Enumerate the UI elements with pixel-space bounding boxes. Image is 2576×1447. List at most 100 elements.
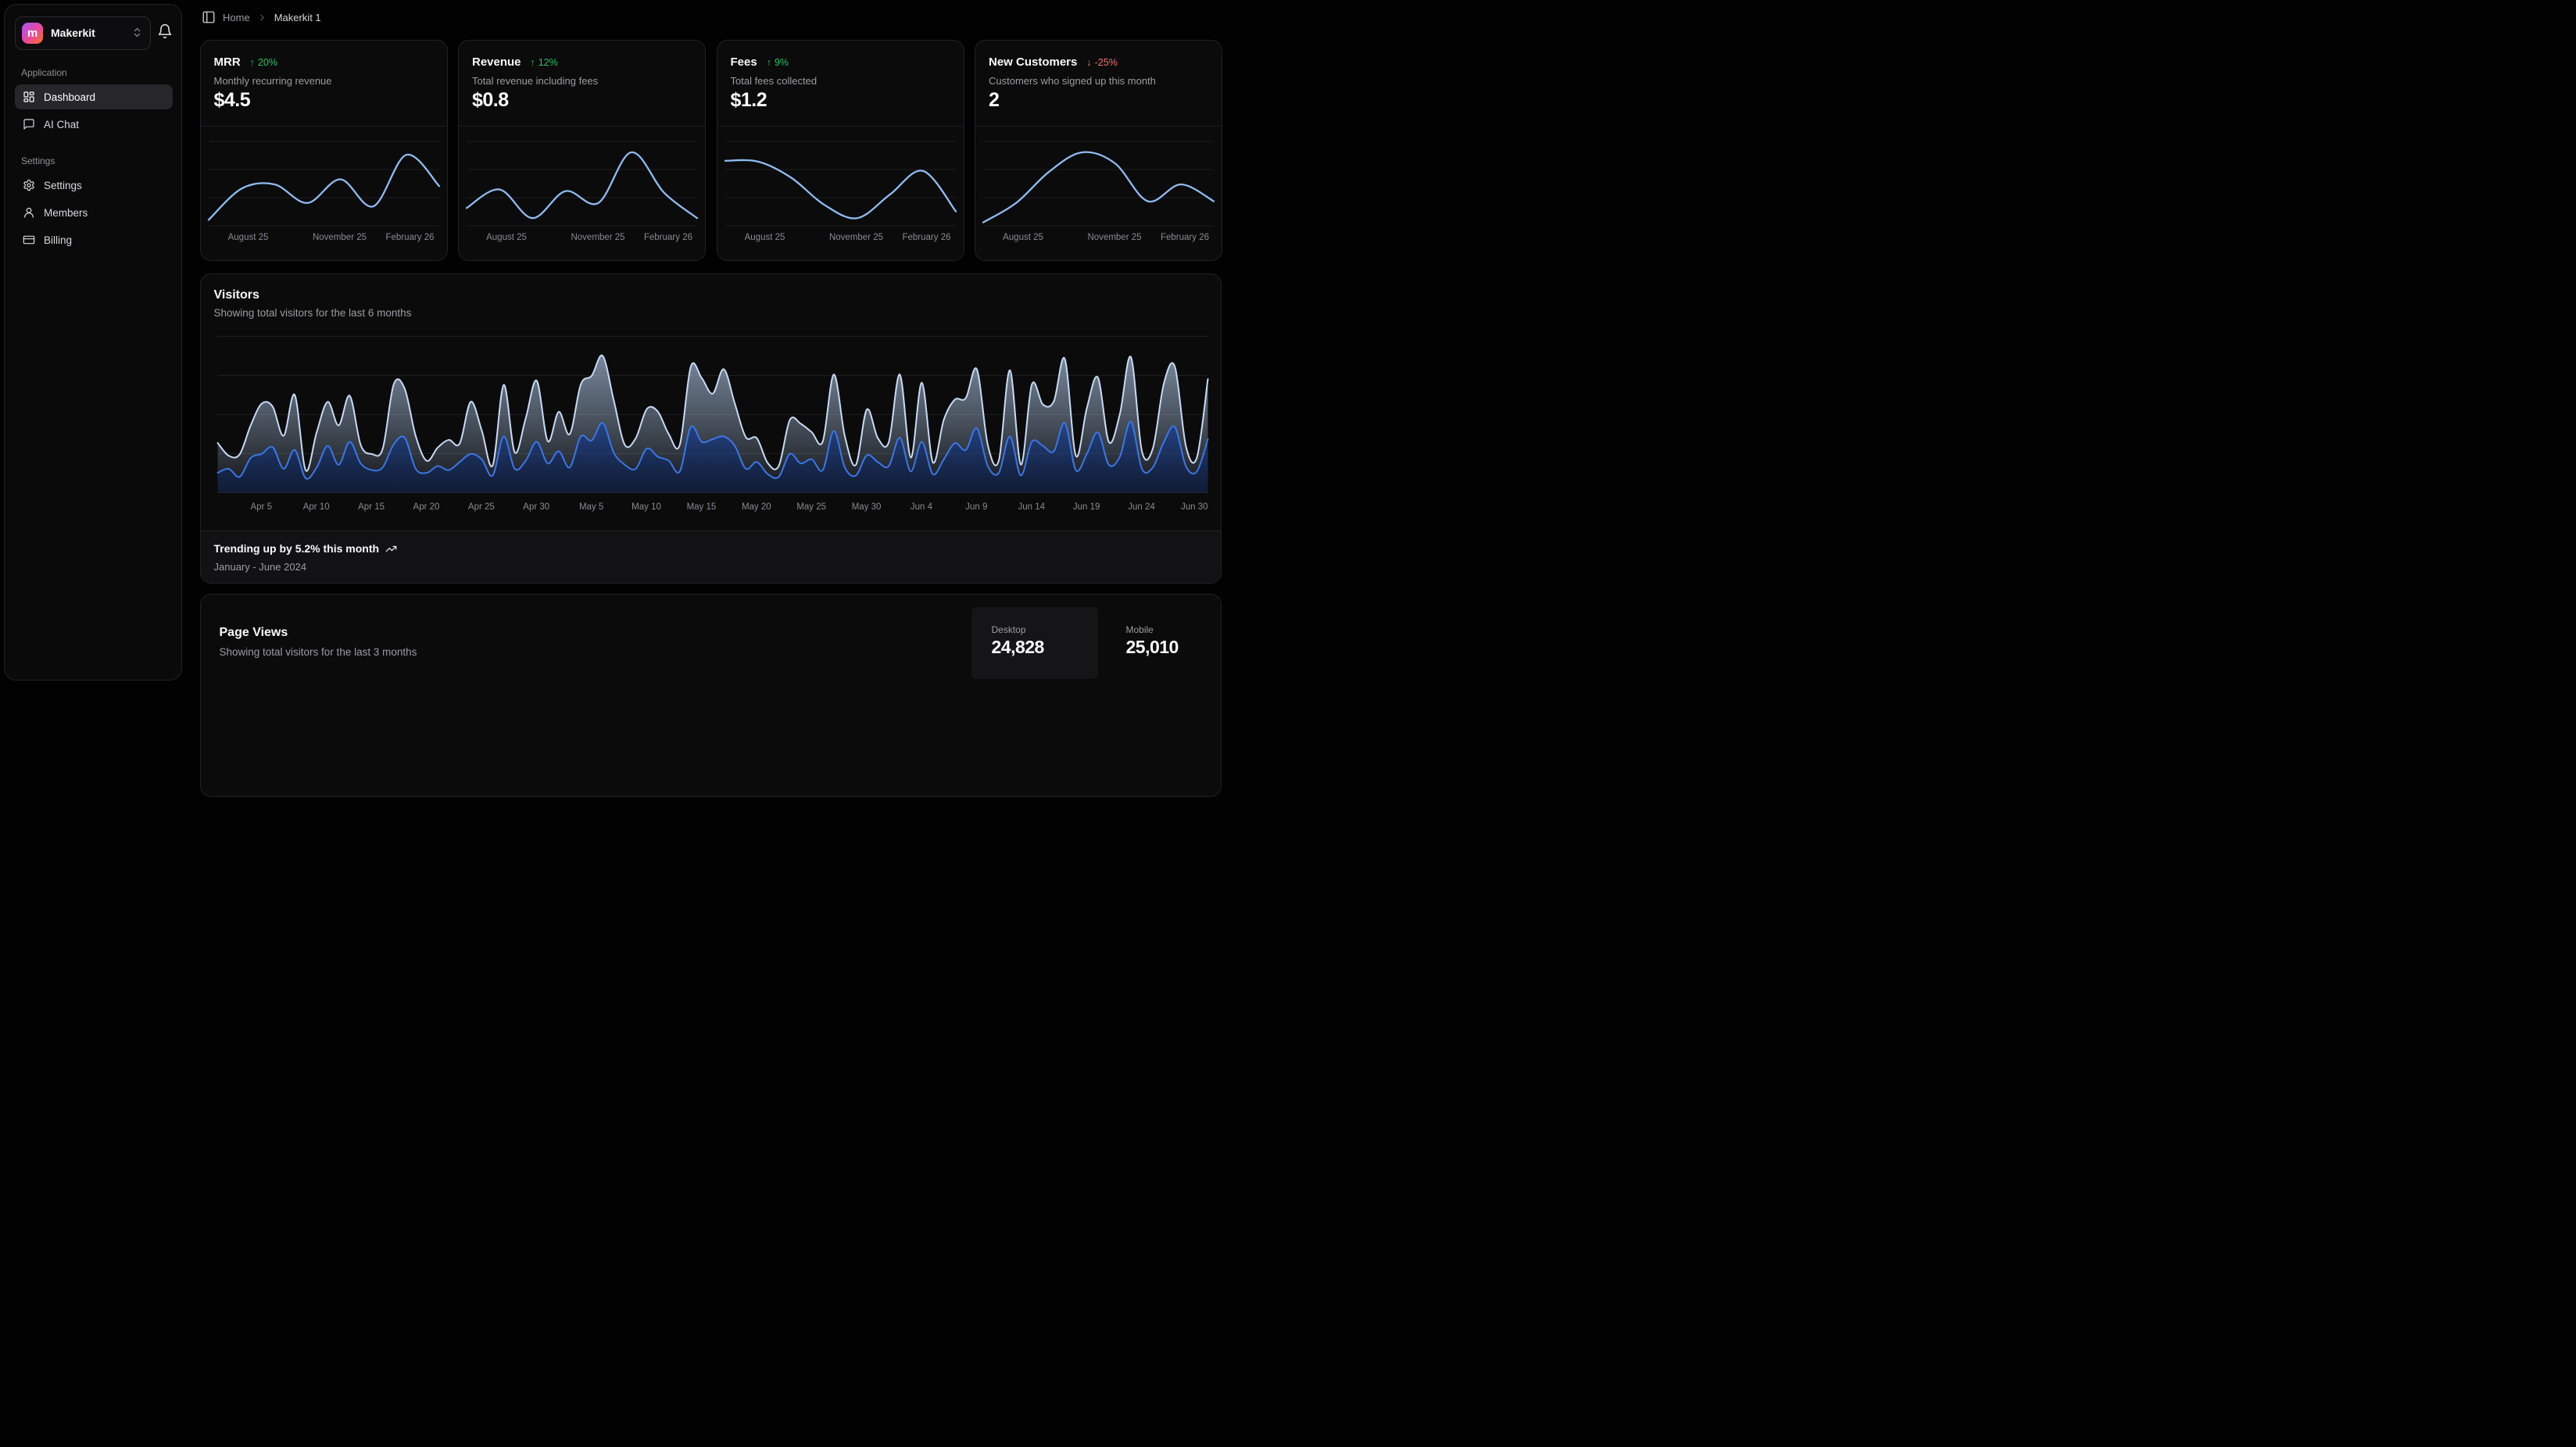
layout-dashboard-icon xyxy=(23,91,35,103)
stat-card-delta-value: 20% xyxy=(258,57,277,68)
stat-card-sparkline-chart[interactable] xyxy=(459,128,705,238)
divider xyxy=(717,126,964,127)
user-icon xyxy=(23,206,35,219)
page-views-title: Page Views xyxy=(220,626,288,640)
arrow-down-icon: ↓ xyxy=(1086,57,1091,68)
stat-card-value: 2 xyxy=(989,89,999,112)
x-axis-tick-label: August 25 xyxy=(1003,233,1043,242)
stat-card-x-axis: August 25November 25February 26 xyxy=(459,233,705,245)
stat-card-x-axis: August 25November 25February 26 xyxy=(201,233,447,245)
stat-card-title: New Customers xyxy=(989,55,1077,69)
sidebar: m Makerkit ApplicationDashboardAI ChatSe… xyxy=(4,4,182,681)
stat-card-x-axis: August 25 November 25 February 26 xyxy=(975,233,1222,245)
stat-card-title-row: Revenue ↑12% xyxy=(472,55,558,69)
stat-card-title: Fees xyxy=(731,55,757,69)
breadcrumb-current: Makerkit 1 xyxy=(274,12,321,23)
x-axis-tick-label: Jun 30 xyxy=(1181,502,1208,512)
x-axis-tick-label: Jun 24 xyxy=(1128,502,1155,512)
stat-card-delta-value: 12% xyxy=(538,57,558,68)
toggle-label: Mobile xyxy=(1126,624,1154,635)
x-axis-tick-label: Jun 4 xyxy=(911,502,932,512)
x-axis-tick-label: Jun 19 xyxy=(1073,502,1100,512)
sidebar-item-settings[interactable]: Settings xyxy=(15,173,173,198)
page-views-toggle-mobile[interactable]: Mobile 25,010 xyxy=(1106,607,1225,679)
stat-card-delta-badge: ↓ -25% xyxy=(1086,57,1117,68)
x-axis-tick-label: November 25 xyxy=(571,233,624,242)
bell-icon xyxy=(157,23,176,39)
x-axis-tick-label: Apr 25 xyxy=(468,502,495,512)
visitors-date-range: January - June 2024 xyxy=(214,561,307,573)
toggle-value: 25,010 xyxy=(1126,637,1179,658)
main-content: Home Makerkit 1 MRR↑20%Monthly recurring… xyxy=(194,0,1225,688)
sidebar-section-application: ApplicationDashboardAI Chat xyxy=(15,67,173,137)
sidebar-item-ai-chat[interactable]: AI Chat xyxy=(15,112,173,137)
workspace-selector[interactable]: m Makerkit xyxy=(15,16,151,50)
x-axis-tick-label: Apr 5 xyxy=(251,502,273,512)
divider xyxy=(201,126,447,127)
stat-card-value: $1.2 xyxy=(731,89,767,112)
sidebar-item-label: AI Chat xyxy=(44,119,79,130)
dashboard-page: m Makerkit ApplicationDashboardAI ChatSe… xyxy=(0,0,1225,688)
stat-card-sparkline-chart[interactable] xyxy=(717,128,964,238)
sidebar-item-billing[interactable]: Billing xyxy=(15,227,173,252)
x-axis-tick-label: February 26 xyxy=(1161,233,1209,242)
sidebar-section-label: Settings xyxy=(21,155,166,166)
page-views-card: Page Views Showing total visitors for th… xyxy=(200,594,1222,797)
x-axis-tick-label: May 25 xyxy=(796,502,826,512)
visitors-title: Visitors xyxy=(214,288,259,302)
x-axis-tick-label: Apr 15 xyxy=(358,502,385,512)
stat-card-delta-value: -25% xyxy=(1095,57,1118,68)
stat-card-title: Revenue xyxy=(472,55,521,69)
stat-card-delta-badge: ↑ 9% xyxy=(767,57,789,68)
workspace-name: Makerkit xyxy=(51,17,95,49)
stat-card-sparkline-chart[interactable] xyxy=(975,128,1222,238)
stat-card-title-row: Fees ↑ 9% xyxy=(731,55,789,69)
visitors-trend-line: Trending up by 5.2% this month xyxy=(214,542,398,555)
page-views-toggle-desktop[interactable]: Desktop 24,828 xyxy=(971,607,1098,679)
arrow-up-icon: ↑ xyxy=(531,57,535,68)
panel-left-icon[interactable] xyxy=(202,10,216,24)
chevron-right-icon xyxy=(257,13,267,23)
divider xyxy=(459,126,705,127)
stat-card-description: Customers who signed up this month xyxy=(989,75,1156,87)
visitors-subtitle: Showing total visitors for the last 6 mo… xyxy=(214,307,412,319)
x-axis-tick-label: Jun 14 xyxy=(1018,502,1045,512)
visitors-x-axis: Apr 5Apr 10Apr 15Apr 20Apr 25Apr 30May 5… xyxy=(201,502,1221,515)
stat-card-description: Monthly recurring revenue xyxy=(214,75,332,87)
breadcrumb-home-link[interactable]: Home xyxy=(223,12,250,23)
toggle-label: Desktop xyxy=(992,624,1026,635)
credit-card-icon xyxy=(23,234,35,246)
stat-card-delta-value: 9% xyxy=(775,57,789,68)
x-axis-tick-label: February 26 xyxy=(644,233,692,242)
stat-card-value: $4.5 xyxy=(214,89,251,112)
x-axis-tick-label: Apr 30 xyxy=(523,502,549,512)
notifications-button[interactable] xyxy=(157,23,176,42)
divider xyxy=(975,126,1222,127)
stat-card-delta-badge: ↑20% xyxy=(250,57,277,68)
breadcrumb: Home Makerkit 1 xyxy=(202,10,321,24)
arrow-up-icon: ↑ xyxy=(767,57,771,68)
x-axis-tick-label: May 15 xyxy=(687,502,717,512)
stat-card-description: Total revenue including fees xyxy=(472,75,598,87)
stat-card-value: $0.8 xyxy=(472,89,509,112)
sidebar-item-members[interactable]: Members xyxy=(15,200,173,225)
x-axis-tick-label: May 5 xyxy=(579,502,603,512)
workspace-logo: m xyxy=(22,23,43,44)
visitors-area-chart[interactable] xyxy=(201,329,1221,516)
stat-card-x-axis: August 25November 25February 26 xyxy=(717,233,964,245)
stat-card-description: Total fees collected xyxy=(731,75,818,87)
stat-card-new-customers: New Customers ↓ -25% Customers who signed u… xyxy=(975,40,1222,261)
page-views-subtitle: Showing total visitors for the last 3 mo… xyxy=(220,646,417,658)
sidebar-section-settings: SettingsSettingsMembersBilling xyxy=(15,155,173,252)
x-axis-tick-label: November 25 xyxy=(1087,233,1141,242)
visitors-trend-text: Trending up by 5.2% this month xyxy=(214,542,380,555)
sidebar-item-label: Billing xyxy=(44,234,72,246)
trending-up-icon xyxy=(385,543,397,555)
sidebar-item-label: Dashboard xyxy=(44,91,95,103)
x-axis-tick-label: August 25 xyxy=(228,233,269,242)
sidebar-item-dashboard[interactable]: Dashboard xyxy=(15,84,173,109)
stat-card-sparkline-chart[interactable] xyxy=(201,128,447,238)
arrow-up-icon: ↑ xyxy=(250,57,255,68)
stat-card-delta-badge: ↑12% xyxy=(531,57,558,68)
toggle-value: 24,828 xyxy=(992,637,1044,658)
